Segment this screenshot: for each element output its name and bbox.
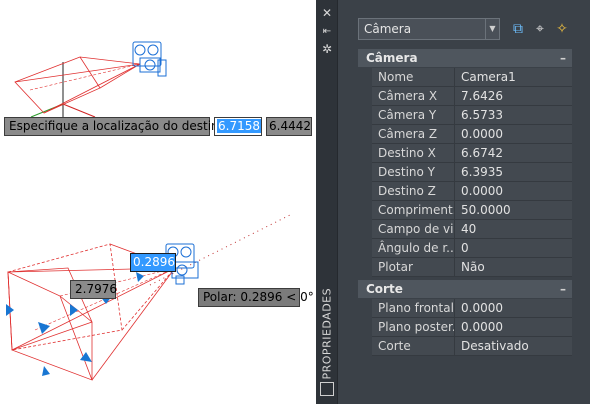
grip-lens-2[interactable] [136,272,144,282]
prop-value[interactable]: 0.0000 [455,318,572,337]
prop-row-destino-z[interactable]: Destino Z 0.0000 [358,182,572,201]
section-corte-header[interactable]: Corte – [358,280,572,298]
x-coordinate-input[interactable]: 6.7158 [214,117,262,136]
collapse-icon[interactable]: – [560,280,566,298]
prop-name: Destino Z [372,182,455,201]
section-camera-header[interactable]: Câmera – [358,49,572,67]
prop-row-comprimento[interactable]: Compriment... 50.0000 [358,201,572,220]
prop-row-corte[interactable]: Corte Desativado [358,337,572,356]
distance-input[interactable]: 0.2896 [130,253,176,272]
prop-value[interactable]: 6.3935 [455,163,572,182]
object-type-value: Câmera [364,22,412,36]
prop-row-plano-posterior[interactable]: Plano poster... 0.0000 [358,318,572,337]
prop-value[interactable]: 6.6742 [455,144,572,163]
prop-name: Nome [372,68,455,87]
collapse-icon[interactable]: – [560,49,566,67]
prop-row-camera-z[interactable]: Câmera Z 0.0000 [358,125,572,144]
palette-title: PROPRIEDADES [320,287,334,380]
prop-value[interactable]: Camera1 [455,68,572,87]
command-prompt-label: Especifique a localização do destino: [9,119,231,133]
prop-name: Destino X [372,144,455,163]
drawing-viewport[interactable]: Especifique a localização do destino: 6.… [0,0,314,404]
prop-value[interactable]: 7.6426 [455,87,572,106]
prop-name: Câmera Y [372,106,455,125]
prop-row-nome[interactable]: Nome Camera1 [358,68,572,87]
prop-row-camera-x[interactable]: Câmera X 7.6426 [358,87,572,106]
prop-value[interactable]: Não [455,258,572,277]
camera-glyph-top [132,41,167,77]
prop-value[interactable]: 6.5733 [455,106,572,125]
prop-value[interactable]: 40 [455,220,572,239]
prop-row-campo-de-visao[interactable]: Campo de vi... 40 [358,220,572,239]
prop-row-plano-frontal[interactable]: Plano frontal 0.0000 [358,299,572,318]
section-camera-title: Câmera [366,51,418,65]
prop-name: Ângulo de r... [372,239,455,258]
prop-name: Câmera Z [372,125,455,144]
prop-row-angulo[interactable]: Ângulo de r... 0 [358,239,572,258]
gear-icon[interactable]: ✲ [320,42,334,56]
palette-menu-icon[interactable] [320,382,334,396]
y-coordinate-value: 6.4442 [269,119,311,133]
palette-title-strip: ✕ ⇤ ✲ PROPRIEDADES [316,0,338,404]
prop-name: Plano frontal [372,299,455,318]
prop-name: Campo de vi... [372,220,455,239]
prop-row-camera-y[interactable]: Câmera Y 6.5733 [358,106,572,125]
properties-palette: ✕ ⇤ ✲ PROPRIEDADES Câmera ▼ ⧉ ⌖ ✧ Câmera… [316,0,590,404]
prop-value[interactable]: 50.0000 [455,201,572,220]
prop-name: Destino Y [372,163,455,182]
polar-tooltip: Polar: 0.2896 < 0° [198,288,314,307]
y-coordinate-input[interactable]: 6.4442 [266,117,312,136]
prop-name: Corte [372,337,455,356]
autohide-icon[interactable]: ⇤ [320,25,334,39]
prop-row-destino-x[interactable]: Destino X 6.6742 [358,144,572,163]
distance-value: 0.2896 [133,255,175,269]
prop-name: Plano poster... [372,318,455,337]
prop-row-destino-y[interactable]: Destino Y 6.3935 [358,163,572,182]
palette-title-text: PROPRIEDADES [320,287,334,380]
prop-name: Câmera X [372,87,455,106]
object-type-select[interactable]: Câmera ▼ [358,18,500,40]
grip-bottom-left[interactable] [42,366,50,376]
command-prompt-tooltip: Especifique a localização do destino: [4,117,230,136]
palette-content: Câmera ▼ ⧉ ⌖ ✧ Câmera – Nome Camera1 Câm… [348,0,590,404]
polar-tooltip-text: Polar: 0.2896 < 0° [203,290,314,304]
close-icon[interactable]: ✕ [320,6,334,20]
ucs-x-axis [62,103,96,118]
drawing-canvas[interactable] [0,0,314,404]
quick-select-icon[interactable]: ⧉ [508,19,528,39]
target-sight-line [149,213,293,286]
prop-value[interactable]: 0 [455,239,572,258]
side-dimension-value: 2.7976 [75,282,117,296]
prop-row-plotar[interactable]: Plotar Não [358,258,572,277]
prop-value[interactable]: 0.0000 [455,125,572,144]
chevron-down-icon[interactable]: ▼ [485,19,499,39]
prop-name: Plotar [372,258,455,277]
prop-value[interactable]: Desativado [455,337,572,356]
grip-mid[interactable] [70,304,78,316]
side-dimension-input[interactable]: 2.7976 [70,280,117,299]
x-coordinate-value: 6.7158 [217,119,261,133]
select-objects-icon[interactable]: ⌖ [530,19,550,39]
prop-value[interactable]: 0.0000 [455,299,572,318]
camera-preview-top [14,41,167,118]
frustum-rect [14,56,101,114]
toggle-pickadd-icon[interactable]: ✧ [552,19,572,39]
section-corte-title: Corte [366,282,403,296]
prop-name: Compriment... [372,201,455,220]
prop-value[interactable]: 0.0000 [455,182,572,201]
